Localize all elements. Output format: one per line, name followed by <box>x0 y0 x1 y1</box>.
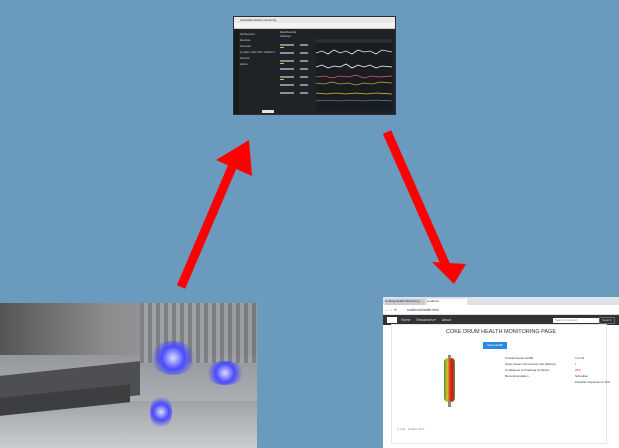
dashboard-addressbar <box>234 23 395 29</box>
info-value: Possible Inspection & Test <box>575 380 610 384</box>
info-label: Overall Issues (w/48) <box>505 356 534 360</box>
info-label: Open Issues Occurrence Inst (Wdays) <box>505 362 556 366</box>
dashboard-left-item[interactable]: Sensors <box>240 44 280 48</box>
info-value: Schedule <box>575 374 588 378</box>
dashboard-middle-panel: Dashboards Settings <box>280 30 314 114</box>
info-value: 3 of 16 <box>575 356 585 360</box>
browser-url[interactable]: localhost/health.html <box>407 308 439 312</box>
page-title: COKE DRUM HEALTH MONITORING PAGE <box>445 329 556 335</box>
info-value: 39% <box>575 368 582 372</box>
photo-blue-flame <box>150 341 196 375</box>
dashboard-icon-rail <box>234 29 239 114</box>
coke-drum-heatmap <box>444 355 455 407</box>
dashboard-sensor-list <box>280 44 308 94</box>
app-logo[interactable] <box>387 317 397 323</box>
dashboard-plot <box>316 39 392 111</box>
dashboard-footer-button[interactable] <box>262 110 274 113</box>
dashboard-screenshot: Lab/Cells health monitoring All Devices … <box>234 17 395 114</box>
health-page-screenshot: Cooling Health Monitoring localhost ←→⟳ … <box>383 297 619 448</box>
dashboard-left-item[interactable]: Lyndon Cell 123 • Model 1 <box>240 50 280 54</box>
search-input[interactable]: Search Keyword <box>553 317 599 323</box>
dashboard-left-item[interactable]: Alerts <box>240 62 280 66</box>
dashboard-left-item[interactable]: Devices <box>240 38 280 42</box>
nav-link-resources[interactable]: Resources ▾ <box>416 318 435 322</box>
lab-photo <box>0 303 257 448</box>
photo-blue-flame <box>205 361 245 385</box>
arrow-down-right-head <box>432 262 466 284</box>
nav-link-home[interactable]: Home <box>401 318 410 322</box>
info-label: Confidence of Cracking Condition <box>505 368 550 372</box>
dashboard-left-panel: All Devices Devices Sensors Lyndon Cell … <box>240 30 280 114</box>
arrow-down-right-shaft <box>382 130 452 270</box>
arrow-up-right-shaft <box>176 156 241 289</box>
info-value: 1 <box>575 362 577 366</box>
browser-toolbar: ←→⟳ localhost/health.html <box>383 305 619 315</box>
dashboard-left-item[interactable]: All Devices <box>240 32 280 36</box>
info-row: Possible Inspection & Test <box>505 379 610 385</box>
info-label: Recommendation <box>505 374 529 378</box>
view-health-trends-button[interactable]: View Health Trends <box>483 342 507 354</box>
page-footer: © 2nd - 1st/Set 2017 <box>397 427 425 431</box>
dashboard-window-title: Lab/Cells health monitoring <box>240 18 277 22</box>
nav-link-about[interactable]: About <box>442 318 451 322</box>
browser-tab-active[interactable]: localhost <box>427 299 467 305</box>
dashboard-left-item[interactable]: Sensor <box>240 56 280 60</box>
arrow-up-right <box>176 140 252 289</box>
search-button[interactable]: Search <box>599 316 615 324</box>
browser-nav-arrows-icon[interactable]: ←→⟳ <box>383 308 407 312</box>
arrow-down-right <box>382 130 466 284</box>
photo-flame-reflection <box>150 395 172 429</box>
browser-tabs: Cooling Health Monitoring localhost <box>383 297 619 305</box>
browser-tab[interactable]: Cooling Health Monitoring <box>385 299 425 305</box>
health-info-table: Overall Issues (w/48) 3 of 16 Open Issue… <box>505 355 610 385</box>
